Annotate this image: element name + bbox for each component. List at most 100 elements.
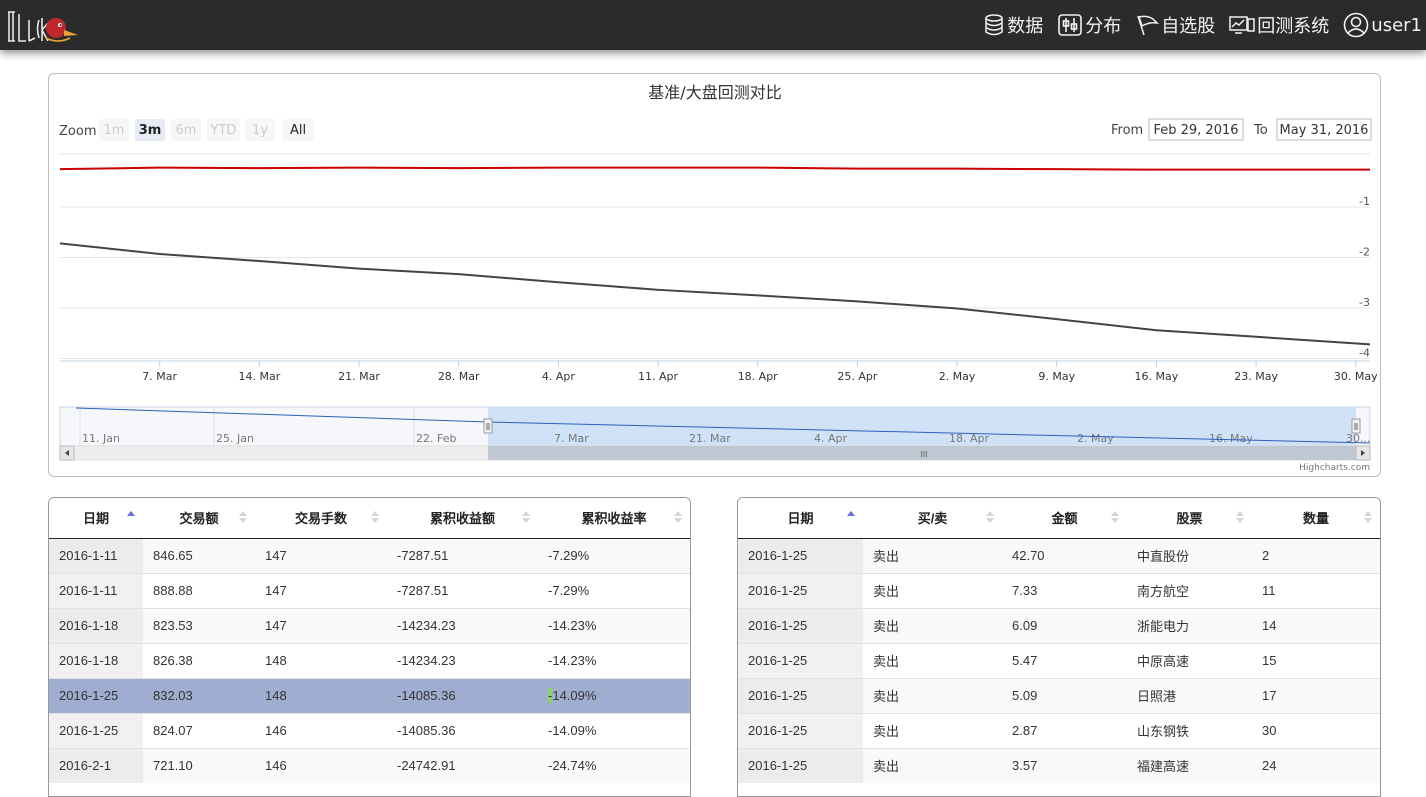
table-cell: 2016-1-25	[738, 572, 863, 608]
table-cell: 2016-1-25	[738, 712, 863, 748]
table-cell: 2016-1-25	[738, 537, 863, 573]
sort-icon	[522, 511, 530, 525]
table-row[interactable]: 2016-1-25 卖出 42.70 中直股份 2	[738, 537, 1380, 573]
table-cell: 山东钢铁	[1127, 712, 1252, 748]
table-cell: 24	[1252, 747, 1380, 783]
navigator-handle-left[interactable]	[483, 418, 493, 434]
sort-icon	[986, 511, 994, 525]
table-cell: 17	[1252, 677, 1380, 713]
nav-backtest-label: 回测系统	[1257, 16, 1330, 37]
table-row[interactable]: 2016-1-18 823.53 147 -14234.23 -14.23%	[49, 607, 690, 643]
left-col-header-4[interactable]: 累积收益额	[387, 498, 538, 539]
left-col-header-1[interactable]: 日期	[49, 498, 143, 539]
navigator-tick-label: 7. Mar	[554, 432, 589, 445]
table-row[interactable]: 2016-1-25 卖出 2.87 山东钢铁 30	[738, 712, 1380, 748]
right-col-header-5[interactable]: 数量	[1252, 498, 1380, 539]
x-tick-label: 11. Apr	[638, 370, 678, 383]
left-col-header-5[interactable]: 累积收益率	[538, 498, 690, 539]
grid-lines	[60, 153, 1370, 362]
chart-navigator[interactable]: 11. Jan 25. Jan 22. Feb 7. Mar 21. Mar 4. Apr…	[59, 406, 1371, 461]
right-col-header-3[interactable]: 金额	[1002, 498, 1127, 539]
table-cell: 148	[255, 642, 387, 678]
backtest-chart: 基准/大盘回测对比 Zoom 1m 3m 6m YTD 1y All From Feb 2…	[48, 73, 1381, 477]
table-row[interactable]: 2016-1-18 826.38 148 -14234.23 -14.23%	[49, 642, 690, 678]
table-cell: 2016-1-25	[738, 677, 863, 713]
right-col-header-2[interactable]: 买/卖	[863, 498, 1002, 539]
nav-watchlist[interactable]: 自选股	[1135, 12, 1215, 38]
table-cell: -14.09%	[538, 677, 690, 713]
left-col-header-3[interactable]: 交易手数	[255, 498, 387, 539]
table-cell: 卖出	[863, 607, 1002, 643]
column-header-label: 数量	[1302, 511, 1329, 527]
table-cell: -14085.36	[387, 712, 538, 748]
table-row[interactable]: 2016-1-25 824.07 146 -14085.36 -14.09%	[49, 712, 690, 748]
x-tick-label: 28. Mar	[438, 370, 480, 383]
nav-backtest[interactable]: 回测系统	[1229, 12, 1329, 38]
table-cell: 888.88	[143, 572, 255, 608]
zoom-button-label: 1m	[104, 123, 125, 138]
table-row[interactable]: 2016-1-11 846.65 147 -7287.51 -7.29%	[49, 537, 690, 573]
column-header-label: 金额	[1051, 511, 1078, 527]
table-row[interactable]: 2016-1-25 卖出 3.57 福建高速 24	[738, 747, 1380, 783]
column-header-label: 日期	[82, 511, 109, 527]
table-row[interactable]: 2016-1-25 卖出 5.47 中原高速 15	[738, 642, 1380, 678]
right-col-header-1[interactable]: 日期	[738, 498, 863, 539]
table-cell: 147	[255, 572, 387, 608]
x-tick-label: 9. May	[1038, 370, 1075, 383]
nav-user[interactable]: user1	[1343, 12, 1422, 38]
table-cell: 2016-1-11	[49, 572, 143, 608]
table-row[interactable]: 2016-1-25 卖出 5.09 日照港 17	[738, 677, 1380, 713]
table-cell: 卖出	[863, 712, 1002, 748]
zoom-button-group: 1m 3m 6m YTD 1y All	[99, 119, 314, 141]
left-col-header-2[interactable]: 交易额	[143, 498, 255, 539]
table-cell: 2016-1-25	[49, 712, 143, 748]
column-header-label: 日期	[787, 511, 814, 527]
navigator-handle-right[interactable]	[1351, 418, 1361, 434]
navigator-tick-label: 4. Apr	[814, 432, 847, 445]
series-lines	[59, 166, 1371, 346]
table-cell: 卖出	[863, 537, 1002, 573]
zoom-button-label: 3m	[139, 123, 162, 138]
from-label: From	[1111, 123, 1143, 138]
table-row[interactable]: 2016-1-25 832.03 148 -14085.36 -14.09%	[49, 677, 690, 713]
series-line-2	[59, 242, 1371, 346]
table-row[interactable]: 2016-1-11 888.88 147 -7287.51 -7.29%	[49, 572, 690, 608]
table-cell: 中直股份	[1127, 537, 1252, 573]
y-tick-label: -4	[1359, 346, 1370, 359]
table-cell: 南方航空	[1127, 572, 1252, 608]
table-row[interactable]: 2016-1-25 卖出 6.09 浙能电力 14	[738, 607, 1380, 643]
column-header-label: 交易额	[179, 511, 219, 527]
trade-summary-table: 日期 交易额 交易手数 累积收益额 累积收益率 2016-1-11 846.65 147 -7…	[48, 497, 691, 797]
sort-ascending-icon	[127, 511, 135, 525]
nav-data[interactable]: 数据	[983, 12, 1043, 38]
right-col-header-4[interactable]: 股票	[1127, 498, 1252, 539]
sliders-icon	[1058, 14, 1083, 36]
table-cell: 中原高速	[1127, 642, 1252, 678]
chart-credits[interactable]: Highcharts.com	[1299, 463, 1370, 473]
table-cell: 福建高速	[1127, 747, 1252, 783]
table-row[interactable]: 2016-1-25 卖出 7.33 南方航空 11	[738, 572, 1380, 608]
navigator-tick-label: 25. Jan	[216, 432, 254, 445]
table-cell: -24742.91	[387, 747, 538, 783]
flag-icon	[1137, 15, 1160, 36]
sort-icon	[1111, 511, 1119, 525]
x-tick-label: 18. Apr	[738, 370, 778, 383]
app-logo[interactable]	[6, 8, 82, 44]
x-tick-label: 14. Mar	[238, 370, 280, 383]
table-cell: 832.03	[143, 677, 255, 713]
table-cell: -14.23%	[538, 607, 690, 643]
table-cell: 148	[255, 677, 387, 713]
nav-distribution[interactable]: 分布	[1057, 12, 1121, 38]
table-row[interactable]: 2016-2-1 721.10 146 -24742.91 -24.74%	[49, 747, 690, 783]
navigator-tick-label: 2. May	[1077, 432, 1114, 445]
sort-icon	[371, 511, 379, 525]
sort-icon	[239, 511, 247, 525]
y-tick-label: -2	[1359, 246, 1370, 259]
table-cell: 2016-1-18	[49, 642, 143, 678]
x-tick-label: 21. Mar	[338, 370, 380, 383]
table-cell: 42.70	[1002, 537, 1127, 573]
table-cell: 14	[1252, 607, 1380, 643]
table-cell: 2016-1-11	[49, 537, 143, 573]
table-cell: -14.09%	[538, 712, 690, 748]
table-cell: 147	[255, 607, 387, 643]
